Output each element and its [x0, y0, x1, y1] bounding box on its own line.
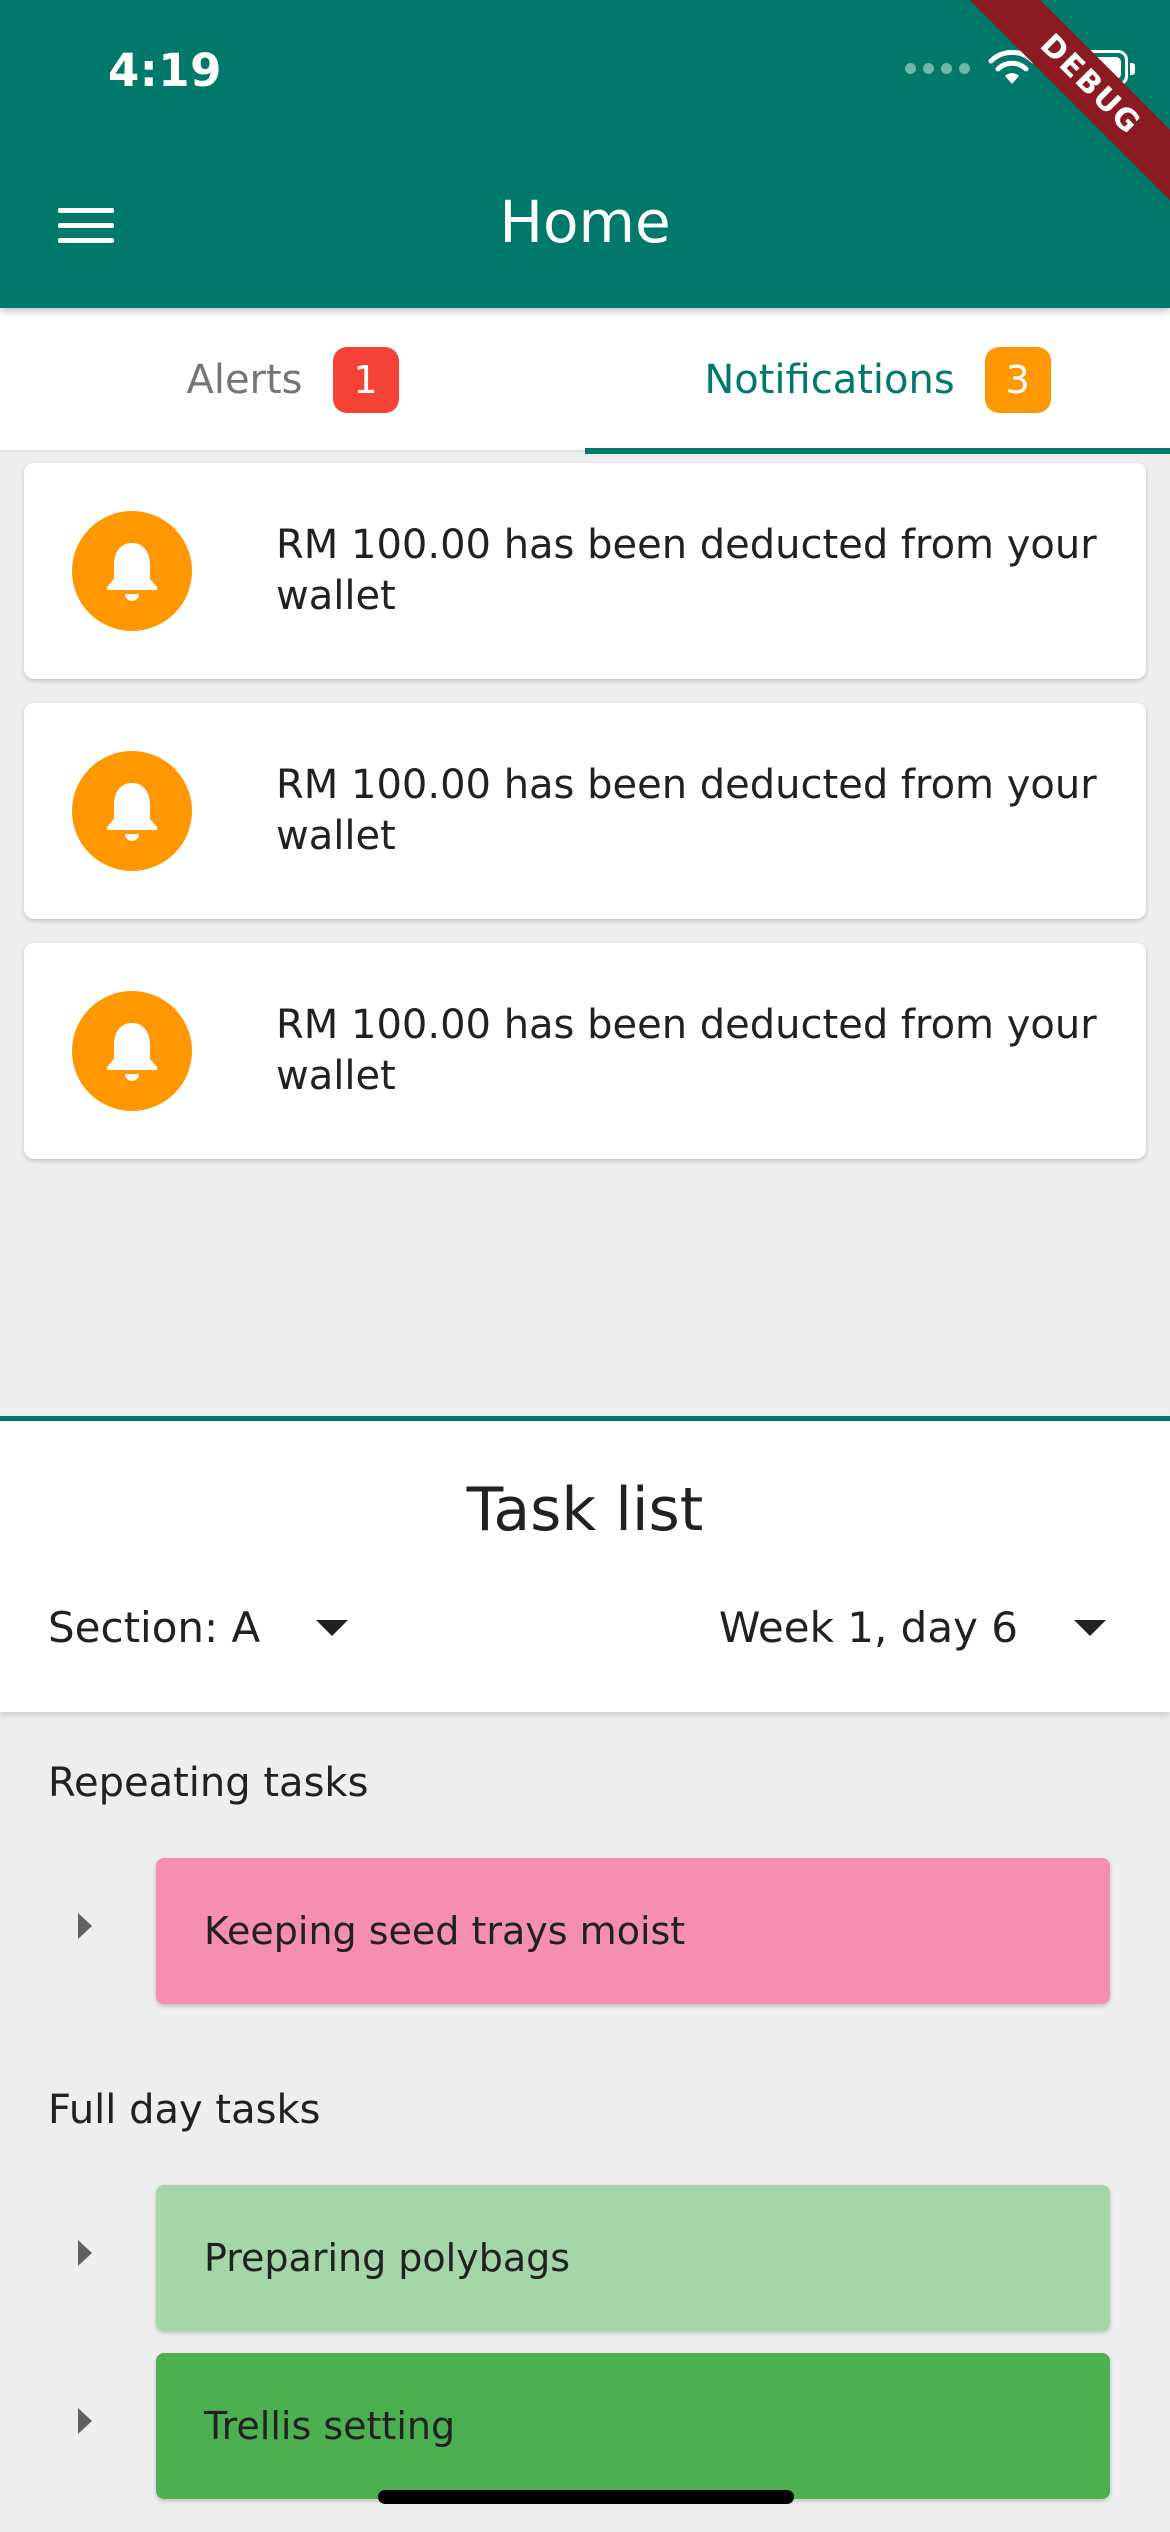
notification-card[interactable]: RM 100.00 has been deducted from your wa…: [24, 703, 1146, 919]
group-label-repeating: Repeating tasks: [48, 1760, 369, 1806]
debug-banner: DEBUG: [959, 0, 1170, 216]
chevron-down-icon: [1074, 1619, 1106, 1636]
expand-arrow-icon[interactable]: [78, 2240, 92, 2266]
bell-icon: [72, 751, 192, 871]
expand-arrow-icon[interactable]: [78, 1913, 92, 1939]
status-time: 4:19: [108, 44, 222, 97]
bell-icon: [72, 991, 192, 1111]
tab-bar: Alerts 1 Notifications 3: [0, 308, 1170, 454]
chevron-down-icon: [316, 1619, 349, 1636]
tab-alerts[interactable]: Alerts 1: [0, 308, 585, 452]
section-dropdown[interactable]: Section: A: [48, 1603, 349, 1652]
app-bar: 4:19 DEBUG Home: [0, 0, 1170, 308]
week-dropdown[interactable]: Week 1, day 6: [719, 1603, 1106, 1652]
notification-card[interactable]: RM 100.00 has been deducted from your wa…: [24, 943, 1146, 1159]
task-row[interactable]: Keeping seed trays moist: [0, 1858, 1170, 2004]
notifications-count-badge: 3: [984, 347, 1051, 413]
task-list-header: Task list Section: A Week 1, day 6: [0, 1416, 1170, 1712]
notification-list: RM 100.00 has been deducted from your wa…: [24, 463, 1146, 1183]
page-title: Home: [499, 188, 671, 256]
tab-notifications-label: Notifications: [704, 357, 955, 403]
task-row[interactable]: Preparing polybags: [0, 2185, 1170, 2331]
tab-alerts-label: Alerts: [186, 357, 303, 403]
tab-notifications[interactable]: Notifications 3: [585, 308, 1170, 454]
section-dropdown-value: Section: A: [48, 1603, 261, 1652]
expand-arrow-icon[interactable]: [78, 2408, 92, 2434]
notification-text: RM 100.00 has been deducted from your wa…: [276, 762, 1097, 859]
alerts-count-badge: 1: [332, 347, 399, 413]
task-list-title: Task list: [466, 1475, 704, 1545]
home-indicator: [378, 2490, 794, 2504]
notification-text: RM 100.00 has been deducted from your wa…: [276, 1002, 1097, 1099]
cellular-signal-icon: [905, 62, 970, 74]
notification-text: RM 100.00 has been deducted from your wa…: [276, 522, 1097, 619]
task-item[interactable]: Preparing polybags: [156, 2185, 1110, 2331]
week-dropdown-value: Week 1, day 6: [718, 1603, 1018, 1652]
bell-icon: [72, 511, 192, 631]
group-label-full-day: Full day tasks: [48, 2087, 321, 2133]
task-item[interactable]: Trellis setting: [156, 2353, 1110, 2499]
task-item[interactable]: Keeping seed trays moist: [156, 1858, 1110, 2004]
task-row[interactable]: Trellis setting: [0, 2353, 1170, 2499]
notification-card[interactable]: RM 100.00 has been deducted from your wa…: [24, 463, 1146, 679]
